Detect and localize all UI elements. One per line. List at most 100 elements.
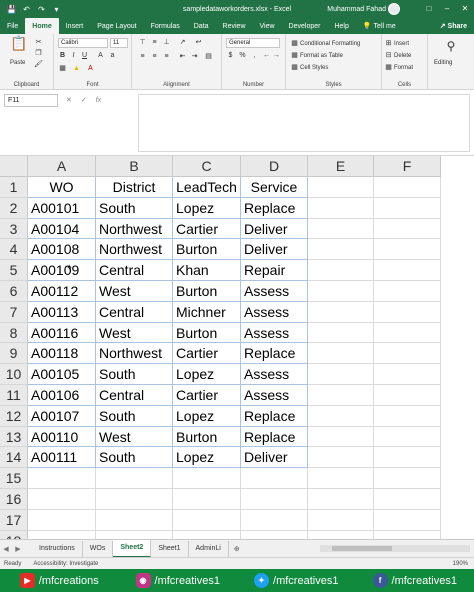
cell-c15[interactable] <box>173 468 241 489</box>
align-right-icon[interactable]: ≡ <box>162 52 171 61</box>
tab-formulas[interactable]: Formulas <box>144 18 187 34</box>
cell-f2[interactable] <box>374 197 441 219</box>
worksheet-grid[interactable]: A B C D E F 1 WO District LeadTech Service 2 A00101 S… <box>0 156 474 539</box>
cell-a3[interactable]: A00104 <box>28 218 96 240</box>
merge-center-icon[interactable]: ▤ <box>204 52 213 61</box>
cell-d2[interactable]: Replace <box>241 197 308 219</box>
select-all-corner[interactable] <box>0 156 28 177</box>
row-header-7[interactable]: 7 <box>0 301 28 323</box>
increase-indent-icon[interactable]: ⇥ <box>190 52 199 61</box>
underline-icon[interactable]: U <box>80 51 89 60</box>
cell-c18[interactable] <box>173 530 241 539</box>
decrease-indent-icon[interactable]: ⇤ <box>178 52 187 61</box>
cell-c5[interactable]: Khan <box>173 260 241 281</box>
cell-a12[interactable]: A00107 <box>28 405 96 427</box>
avatar[interactable] <box>388 3 400 15</box>
row-header-16[interactable]: 16 <box>0 489 28 510</box>
tab-file[interactable]: File <box>0 18 25 34</box>
prev-sheet-icon[interactable]: ◀ <box>0 545 12 553</box>
sheet-tab-sheet1[interactable]: Sheet1 <box>151 540 189 557</box>
function-icon[interactable]: fx <box>96 94 101 107</box>
cell-f6[interactable] <box>374 281 441 302</box>
cell-e6[interactable] <box>308 281 374 302</box>
cell-b5[interactable]: Central <box>96 260 173 281</box>
insert-button[interactable]: Insert <box>394 41 409 47</box>
cell-f3[interactable] <box>374 218 441 240</box>
scroll-thumb[interactable] <box>332 546 392 551</box>
cell-d12[interactable]: Replace <box>241 405 308 427</box>
cell-e3[interactable] <box>308 218 374 240</box>
currency-icon[interactable]: $ <box>226 51 235 60</box>
cell-c6[interactable]: Burton <box>173 281 241 302</box>
sheet-tab-adminli[interactable]: AdminLi <box>189 540 229 557</box>
tab-review[interactable]: Review <box>216 18 253 34</box>
undo-icon[interactable]: ↶ <box>21 5 32 14</box>
decrease-decimal-icon[interactable]: → <box>272 51 281 60</box>
column-header-b[interactable]: B <box>96 156 173 177</box>
cell-e13[interactable] <box>308 426 374 448</box>
row-header-5[interactable]: 5 <box>0 260 28 281</box>
cell-e11[interactable] <box>308 385 374 406</box>
cell-c7[interactable]: Michner <box>173 301 241 323</box>
cell-styles-button[interactable]: Cell Styles <box>300 65 328 71</box>
cell-a17[interactable] <box>28 509 96 531</box>
next-sheet-icon[interactable]: ▶ <box>12 545 24 553</box>
format-button[interactable]: Format <box>394 65 413 71</box>
cell-e14[interactable] <box>308 447 374 469</box>
cell-b16[interactable] <box>96 489 173 510</box>
column-header-d[interactable]: D <box>241 156 308 177</box>
cell-e5[interactable] <box>308 260 374 281</box>
cell-b8[interactable]: West <box>96 322 173 344</box>
cut-icon[interactable]: ✂ <box>34 38 43 47</box>
row-header-15[interactable]: 15 <box>0 468 28 489</box>
cancel-icon[interactable]: ✕ <box>66 94 72 107</box>
cell-d4[interactable]: Deliver <box>241 239 308 261</box>
row-header-3[interactable]: 3 <box>0 218 28 240</box>
font-color-icon[interactable]: A <box>86 64 95 73</box>
percent-icon[interactable]: % <box>238 51 247 60</box>
cell-e8[interactable] <box>308 322 374 344</box>
cell-a18[interactable] <box>28 530 96 539</box>
row-header-1[interactable]: 1 <box>0 177 28 198</box>
font-name-select[interactable]: Calibri <box>58 38 108 48</box>
comma-icon[interactable]: , <box>250 51 259 60</box>
cell-d9[interactable]: Replace <box>241 343 308 365</box>
fill-color-icon[interactable]: ▲ <box>72 64 81 73</box>
cell-b18[interactable] <box>96 530 173 539</box>
cell-d18[interactable] <box>241 530 308 539</box>
cell-c10[interactable]: Lopez <box>173 364 241 385</box>
tab-tell-me[interactable]: 💡 Tell me <box>356 18 403 34</box>
row-header-11[interactable]: 11 <box>0 385 28 406</box>
cell-a11[interactable]: A00106 <box>28 385 96 406</box>
cell-a5[interactable]: A00109 <box>28 260 96 281</box>
cell-b1[interactable]: District <box>96 177 173 198</box>
cell-b13[interactable]: West <box>96 426 173 448</box>
cell-f15[interactable] <box>374 468 441 489</box>
cell-a1[interactable]: WO <box>28 177 96 198</box>
instagram-link[interactable]: ◉ /mfcreatives1 <box>119 573 238 588</box>
cell-e12[interactable] <box>308 405 374 427</box>
cell-e7[interactable] <box>308 301 374 323</box>
cell-e4[interactable] <box>308 239 374 261</box>
row-header-17[interactable]: 17 <box>0 509 28 531</box>
cell-d16[interactable] <box>241 489 308 510</box>
add-sheet-icon[interactable]: ⊕ <box>229 545 245 553</box>
cell-d1[interactable]: Service <box>241 177 308 198</box>
cell-b10[interactable]: South <box>96 364 173 385</box>
align-center-icon[interactable]: ≡ <box>150 52 159 61</box>
cell-c2[interactable]: Lopez <box>173 197 241 219</box>
cell-a16[interactable] <box>28 489 96 510</box>
cell-b15[interactable] <box>96 468 173 489</box>
cell-c11[interactable]: Cartier <box>173 385 241 406</box>
cell-c8[interactable]: Burton <box>173 322 241 344</box>
save-icon[interactable]: 💾 <box>6 5 17 14</box>
cell-b6[interactable]: West <box>96 281 173 302</box>
cell-d10[interactable]: Assess <box>241 364 308 385</box>
wrap-text-icon[interactable]: ↩ <box>194 38 203 47</box>
cell-b2[interactable]: South <box>96 197 173 219</box>
cell-b4[interactable]: Northwest <box>96 239 173 261</box>
cell-d14[interactable]: Deliver <box>241 447 308 469</box>
formula-input[interactable] <box>138 94 470 152</box>
row-header-18[interactable]: 18 <box>0 530 28 539</box>
row-header-9[interactable]: 9 <box>0 343 28 365</box>
